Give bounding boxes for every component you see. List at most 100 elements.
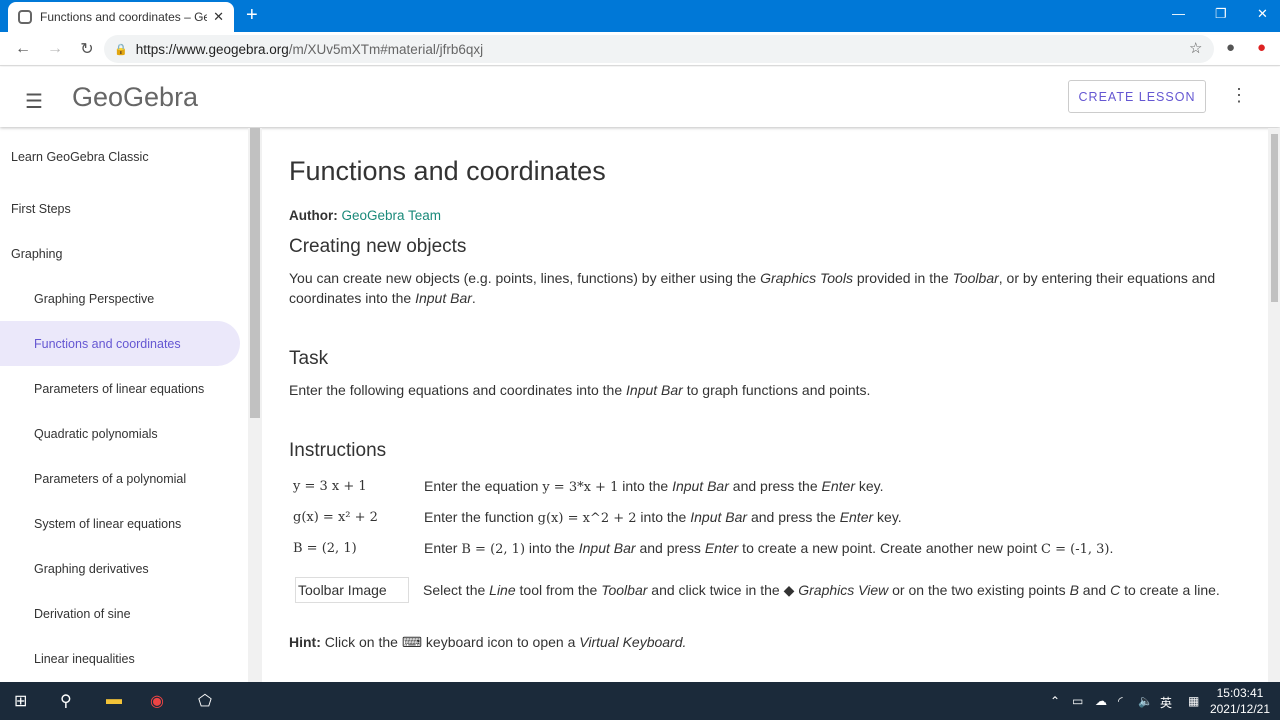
instruction-text: Select the Line tool from the Toolbar an… [423,582,1220,599]
forward-icon[interactable]: → [46,40,64,58]
geogebra-favicon-icon [18,10,32,24]
creating-paragraph: You can create new objects (e.g. points,… [289,268,1229,308]
url-path: /m/XUv5mXTm#material/jfrb6qxj [288,41,484,57]
sidebar-item[interactable]: Quadratic polynomials [0,411,248,456]
text-segment: Select the [423,581,490,598]
more-options-icon[interactable]: ⋮ [1230,85,1248,106]
battery-icon[interactable]: ▭ [1072,694,1083,708]
geogebra-app-icon[interactable]: ⬠ [198,691,212,711]
clock[interactable]: 15:03:41 2021/12/21 [1210,685,1270,717]
author-link[interactable]: GeoGebra Team [342,208,442,223]
clock-date: 2021/12/21 [1209,702,1270,716]
instruction-expression: B = (2, 1) [293,541,357,556]
browser-tab[interactable]: Functions and coordinates – GeoGebra ✕ [8,2,234,32]
text-segment: Enter [704,540,739,556]
text-segment: Enter the following equations and coordi… [289,382,627,398]
windows-taskbar: ⊞ ⚲ ▬ ◉ ⬠ ⌃ ▭ ☁ ◜ 🔈 英 ▦ 15:03:41 2021/12/… [0,682,1280,720]
address-bar-row: ← → ↻ 🔒 https://www.geogebra.org/m/XUv5m… [0,32,1280,66]
browser-tab-bar: Functions and coordinates – GeoGebra ✕ +… [0,0,1280,32]
ime-mode-icon[interactable]: ▦ [1188,694,1199,708]
extension-icon[interactable]: ● [1257,39,1266,56]
sidebar-scrollbar[interactable] [248,128,262,682]
sidebar-item[interactable]: Graphing derivatives [0,546,248,591]
url-input[interactable]: 🔒 https://www.geogebra.org/m/XUv5mXTm#ma… [104,35,1214,63]
text-segment: to create a new point. Create another ne… [738,540,1042,556]
text-segment: Input Bar [415,290,472,306]
text-segment: Virtual Keyboard. [579,634,687,650]
sidebar-item[interactable]: Parameters of linear equations [0,366,248,411]
geogebra-logo[interactable]: GeoGebra [72,82,198,113]
sidebar-item[interactable]: Derivation of sine [0,591,248,636]
volume-icon[interactable]: 🔈 [1138,694,1153,708]
text-segment: Input Bar [672,478,729,494]
onedrive-icon[interactable]: ☁ [1095,694,1107,708]
lock-icon: 🔒 [114,43,128,56]
windows-start-icon[interactable]: ⊞ [14,691,27,711]
hint-paragraph: Hint: Click on the ⌨ keyboard icon to op… [289,632,1229,652]
file-explorer-icon[interactable]: ▬ [106,691,122,709]
profile-icon[interactable]: ● [1226,39,1235,56]
inline-code: g(x) = x^2 + 2 [537,511,637,526]
search-icon[interactable]: ⚲ [60,691,72,711]
text-segment: provided in the [852,270,953,286]
sidebar-item[interactable]: Learn GeoGebra Classic [0,128,248,186]
page-title: Functions and coordinates [289,156,606,186]
instruction-row: Toolbar Image Select the Line tool from t… [289,577,1249,603]
page-scrollbar[interactable] [1268,128,1280,682]
sidebar-item[interactable]: Graphing Perspective [0,276,248,321]
text-segment: Hint: [289,634,321,650]
inline-code: C = (-1, 3) [1041,542,1110,557]
text-segment: B [1069,581,1079,598]
clock-time: 15:03:41 [1216,686,1264,700]
minimize-button[interactable]: — [1172,6,1185,21]
wifi-icon[interactable]: ◜ [1118,694,1123,708]
text-segment: or on the two existing points [888,581,1070,598]
text-segment: and press the [747,509,840,525]
create-lesson-button[interactable]: CREATE LESSON [1068,80,1206,113]
text-segment: Toolbar [601,581,648,598]
text-segment: You can create new objects (e.g. points,… [289,270,761,286]
close-tab-icon[interactable]: ✕ [213,9,224,25]
heading-task: Task [289,348,329,369]
toolbar-image-placeholder: Toolbar Image [295,577,409,603]
task-paragraph: Enter the following equations and coordi… [289,380,1229,400]
sidebar-item[interactable]: Functions and coordinates [0,321,240,366]
text-segment: into the [618,478,673,494]
instruction-row: y = 3 x + 1 Enter the equation y = 3*x + … [289,478,1249,495]
text-segment: Toolbar [952,270,999,286]
sidebar-item[interactable]: Parameters of a polynomial [0,456,248,501]
text-segment: Enter [424,540,462,556]
text-segment: C [1110,581,1121,598]
text-segment: and [1078,581,1111,598]
instruction-row: g(x) = x² + 2 Enter the function g(x) = x… [289,509,1249,526]
sidebar: Learn GeoGebra Classic First Steps Graphin… [0,128,248,682]
sidebar-item[interactable]: System of linear equations [0,501,248,546]
heading-instructions: Instructions [289,440,387,461]
text-segment: Input Bar [690,509,748,525]
instruction-text: Enter B = (2, 1) into the Input Bar and … [424,540,1113,557]
author-label: Author: [289,208,338,223]
menu-icon[interactable]: ☰ [25,89,43,114]
tray-chevron-icon[interactable]: ⌃ [1050,694,1060,708]
text-segment: Line [489,581,516,598]
back-icon[interactable]: ← [14,40,32,58]
instruction-expression: g(x) = x² + 2 [293,510,378,525]
new-tab-button[interactable]: + [246,4,258,27]
ime-indicator[interactable]: 英 [1160,694,1172,711]
text-segment: key. [873,509,902,525]
sidebar-item[interactable]: First Steps [0,186,248,231]
text-segment: Enter the equation [424,478,543,494]
sidebar-item[interactable]: Graphing [0,231,248,276]
text-segment: tool from the [515,581,602,598]
url-domain: https://www.geogebra.org [135,41,289,57]
text-segment: Graphics View [798,581,889,598]
bookmark-star-icon[interactable]: ☆ [1189,39,1202,57]
author-line: Author: GeoGebra Team [289,208,441,223]
reload-icon[interactable]: ↻ [78,39,96,59]
chrome-icon[interactable]: ◉ [150,691,164,711]
sidebar-item[interactable]: Linear inequalities [0,636,248,681]
close-window-button[interactable]: ✕ [1257,6,1268,22]
tab-title: Functions and coordinates – GeoGebra [40,10,208,24]
text-segment: and click twice in the ◆ [647,581,799,598]
restore-button[interactable]: ❐ [1215,6,1227,22]
